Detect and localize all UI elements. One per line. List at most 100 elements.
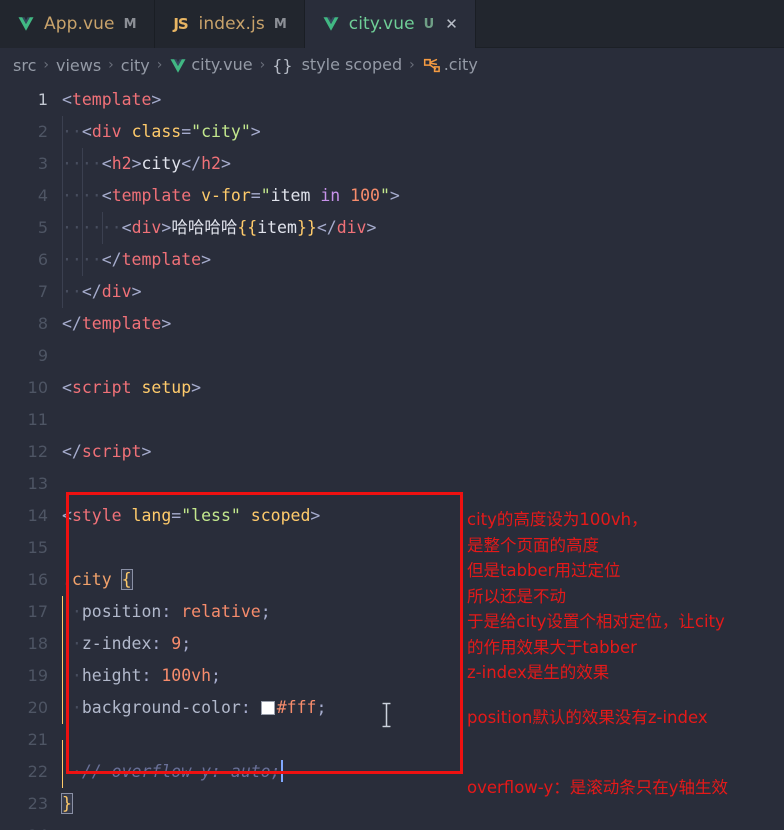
- code-token: >: [191, 378, 202, 397]
- code-token: template: [71, 90, 152, 109]
- code-line-content[interactable]: }: [61, 788, 73, 820]
- code-token: script: [81, 442, 142, 461]
- breadcrumb-item-city[interactable]: city: [118, 56, 153, 75]
- code-token: item: [257, 218, 297, 237]
- close-icon[interactable]: ✕: [445, 16, 458, 32]
- code-token: ··: [62, 186, 82, 205]
- breadcrumb-item-city-vue[interactable]: city.vue: [166, 55, 255, 75]
- code-token: >: [151, 90, 162, 109]
- code-line-content[interactable]: ······<div>哈哈哈哈{{item}}</div>: [62, 212, 376, 244]
- code-line-content[interactable]: <style lang="less" scoped>: [62, 500, 320, 532]
- line-number: 3: [37, 154, 48, 173]
- code-token: >: [310, 506, 321, 525]
- code-line-content[interactable]: ····<template v-for="item in 100">: [62, 180, 400, 212]
- code-token: >: [389, 186, 400, 205]
- code-line-content[interactable]: </script>: [62, 436, 151, 468]
- line-number: 22: [27, 762, 48, 781]
- code-token: {{: [237, 218, 258, 237]
- code-token: "city": [191, 122, 251, 141]
- code-line-content[interactable]: </template>: [62, 308, 171, 340]
- code-token: >: [250, 122, 261, 141]
- editor-tab-index-js[interactable]: JS index.js M: [154, 0, 305, 48]
- code-token: ··: [62, 282, 82, 301]
- vue-icon: [18, 17, 34, 31]
- code-token: "less": [181, 506, 241, 525]
- code-token: setup: [141, 378, 192, 397]
- code-line-content[interactable]: ··<div class="city">: [62, 116, 261, 148]
- code-line-content[interactable]: <template>: [62, 84, 161, 116]
- code-token: in: [320, 186, 341, 205]
- line-number: 18: [27, 634, 48, 653]
- code-line: 4 ····<template v-for="item in 100">: [0, 180, 784, 212]
- code-line-content[interactable]: <script setup>: [62, 372, 201, 404]
- code-line-content[interactable]: .city {: [62, 564, 133, 596]
- vscode-window: App.vue M JS index.js Mcity.vue U ✕ src › views ›…: [0, 0, 784, 830]
- code-line: 5 ······<div>哈哈哈哈{{item}}</div>: [0, 212, 784, 244]
- line-number: 17: [27, 602, 48, 621]
- annotation-line: city的高度设为100vh，: [467, 510, 648, 529]
- breadcrumb-item-src[interactable]: src: [10, 56, 39, 75]
- vue-icon: [323, 17, 339, 31]
- code-token: :: [151, 634, 172, 653]
- indent-guide: [62, 148, 63, 180]
- code-line-content[interactable]: ··position: relative;: [62, 596, 271, 628]
- indent-guide: [62, 116, 63, 148]
- indent-guide: [81, 244, 83, 276]
- code-token: >: [141, 442, 152, 461]
- line-number: 21: [27, 730, 48, 749]
- breadcrumb-item-label: city.vue: [191, 55, 253, 75]
- code-line: 12 </script>: [0, 436, 784, 468]
- breadcrumb-separator: ›: [43, 57, 49, 73]
- breadcrumb-item-style-scoped[interactable]: {} style scoped: [269, 55, 405, 75]
- code-token: =: [181, 122, 192, 141]
- code-token: ··: [62, 154, 82, 173]
- editor-tab-bar: App.vue M JS index.js Mcity.vue U ✕: [0, 0, 784, 48]
- code-token: background-color: [81, 698, 241, 717]
- code-token: 100: [350, 186, 380, 205]
- annotation-note-block-2: position默认的效果没有z-index: [467, 708, 708, 727]
- line-number: 1: [37, 90, 48, 109]
- code-token: div: [91, 122, 122, 141]
- breadcrumb-separator: ›: [156, 57, 163, 73]
- code-token: ;: [316, 698, 327, 717]
- code-token: lang: [131, 506, 172, 525]
- code-line-content[interactable]: ··</div>: [62, 276, 142, 308]
- code-line-content[interactable]: ··z-index: 9;: [62, 628, 191, 660]
- code-line-content[interactable]: ··background-color: #fff;: [62, 692, 326, 724]
- code-token: template: [111, 186, 192, 205]
- annotation-note-block-1: city的高度设为100vh， 是整个页面的高度 但是tabber用过定位 所以还是不…: [467, 507, 783, 686]
- code-token: ;: [211, 666, 221, 685]
- code-line-content[interactable]: ··// overflow-y: auto;: [62, 756, 283, 788]
- code-line-content[interactable]: ··height: 100vh;: [62, 660, 221, 692]
- css-selector-icon: [423, 58, 440, 72]
- line-number: 15: [27, 538, 48, 557]
- code-token: div: [336, 218, 367, 237]
- code-token: 9: [171, 634, 182, 653]
- active-scope-guide: [62, 628, 63, 660]
- breadcrumb-item-icon: [169, 57, 187, 75]
- breadcrumb-item--city[interactable]: .city: [419, 55, 481, 75]
- code-token: <: [62, 506, 72, 525]
- braces-icon: {}: [272, 56, 293, 75]
- code-line-content[interactable]: ····</template>: [62, 244, 211, 276]
- breadcrumb-separator: ›: [259, 57, 266, 73]
- editor-tab-label: index.js: [198, 14, 265, 34]
- editor-tab-city-vue[interactable]: city.vue U ✕: [304, 0, 476, 48]
- code-line: 11: [0, 404, 784, 436]
- active-scope-guide: [62, 756, 63, 788]
- code-token: h2: [201, 154, 221, 173]
- indent-guide: [62, 244, 63, 276]
- code-line-content[interactable]: ····<h2>city</h2>: [62, 148, 231, 180]
- code-line: 3 ····<h2>city</h2>: [0, 148, 784, 180]
- breadcrumb-item-views[interactable]: views: [53, 56, 104, 75]
- code-token: .city: [62, 570, 112, 589]
- annotation-line: 于是给city设置个相对定位，让city: [467, 612, 725, 631]
- editor-tab-App-vue[interactable]: App.vue M: [0, 0, 155, 48]
- line-number: 24: [0, 820, 62, 830]
- code-token: scoped: [250, 506, 311, 525]
- code-token: </: [101, 250, 122, 269]
- code-token: relative: [181, 602, 261, 621]
